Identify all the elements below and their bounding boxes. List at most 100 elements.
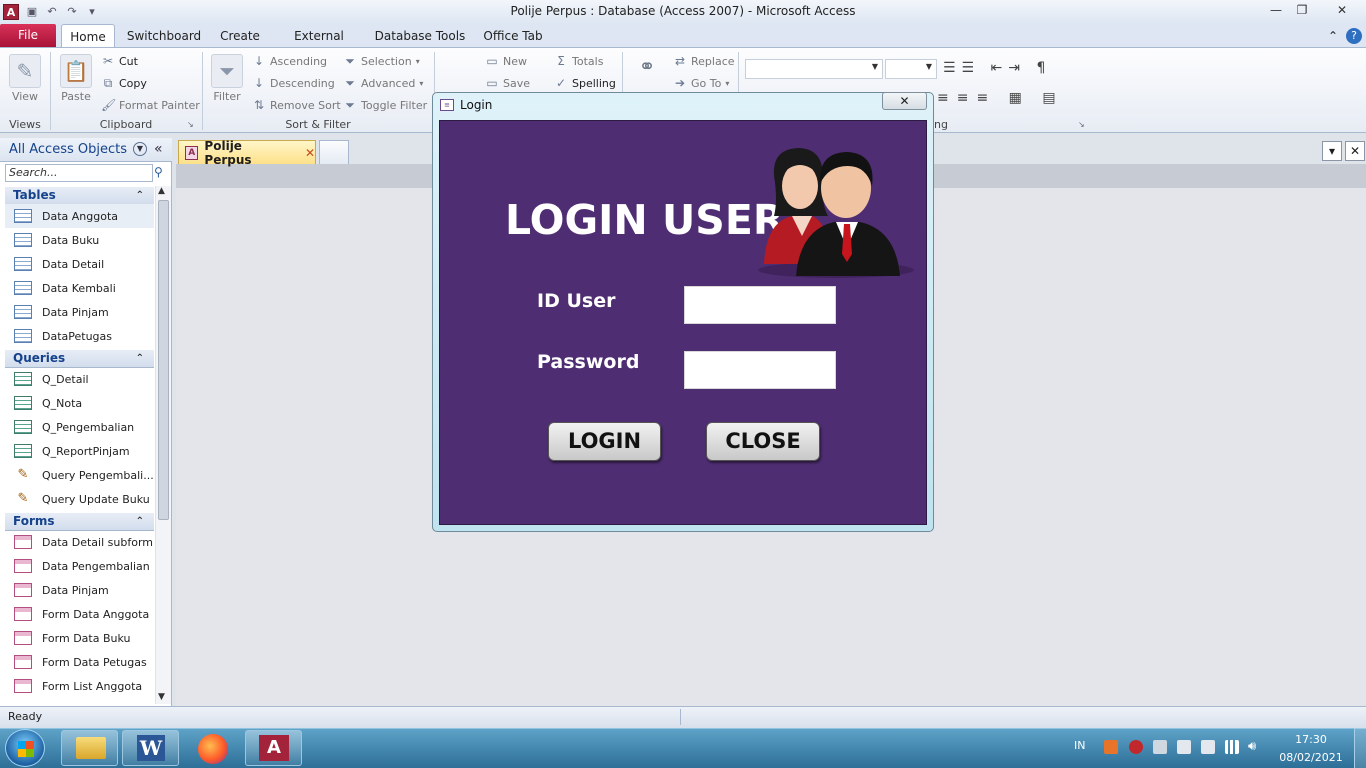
collapse-chevron-icon[interactable]: ⌃ — [136, 513, 144, 530]
tray-flag-icon[interactable] — [1177, 740, 1191, 754]
goto-button[interactable]: ➔ Go To ▾ — [673, 76, 729, 90]
nav-item-form[interactable]: Form List Anggota — [5, 674, 154, 698]
ribbon-collapse-icon[interactable]: ⌃ — [1325, 24, 1341, 48]
tab-home[interactable]: Home — [61, 24, 115, 48]
folder-icon — [76, 737, 106, 759]
nav-item-table[interactable]: DataPetugas — [5, 324, 154, 348]
clock-time[interactable]: 17:30 — [1290, 733, 1332, 746]
restore-button[interactable]: ❐ — [1288, 0, 1316, 20]
nav-item-form[interactable]: Data Pengembalian — [5, 554, 154, 578]
tab-list-dropdown-icon[interactable]: ▾ — [1322, 141, 1342, 161]
nav-item-form[interactable]: Data Detail subform — [5, 530, 154, 554]
show-desktop-button[interactable] — [1354, 728, 1366, 768]
nav-title[interactable]: All Access Objects — [9, 142, 127, 157]
close-document-icon[interactable]: ✕ — [1345, 141, 1365, 161]
binoculars-icon[interactable]: ⚭ — [632, 54, 662, 84]
cut-button[interactable]: ✂ Cut — [101, 54, 138, 68]
document-tab-new[interactable] — [319, 140, 349, 164]
tray-security-icon[interactable] — [1129, 740, 1143, 754]
font-name-combo[interactable]: ▼ — [745, 59, 883, 79]
scroll-up-icon[interactable]: ▲ — [158, 186, 165, 196]
language-indicator[interactable]: IN — [1074, 739, 1085, 752]
paintbrush-icon: 🖌 — [101, 98, 117, 112]
scroll-down-icon[interactable]: ▼ — [158, 692, 165, 702]
nav-item-table[interactable]: Data Anggota — [5, 204, 154, 228]
taskbar-word-button[interactable]: W — [122, 730, 179, 766]
totals-button[interactable]: Σ Totals — [554, 54, 603, 68]
new-record-button[interactable]: ▭ New — [485, 54, 527, 68]
shutter-bar-close-icon[interactable]: « — [154, 141, 163, 157]
taskbar-access-button[interactable]: A — [245, 730, 302, 766]
copy-button[interactable]: ⧉ Copy — [101, 76, 147, 90]
window-close-button[interactable]: ✕ — [1324, 0, 1360, 20]
nav-item-table[interactable]: Data Detail — [5, 252, 154, 276]
password-input[interactable] — [684, 351, 836, 389]
list-format-icons[interactable]: ☰☰ ⇤⇥ ¶ — [943, 60, 1051, 76]
toggle-filter-button[interactable]: ⏷ Toggle Filter — [343, 98, 427, 112]
font-size-combo[interactable]: ▼ — [885, 59, 937, 79]
filter-button[interactable]: ⏷ Filter — [208, 54, 246, 103]
nav-item-table[interactable]: Data Pinjam — [5, 300, 154, 324]
start-button[interactable] — [5, 729, 45, 767]
text-formatting-launcher-icon[interactable]: ↘ — [1078, 120, 1085, 129]
align-icons[interactable]: ≡≡≡ ▦ ▤ — [937, 90, 1064, 106]
tab-external-data[interactable]: External Data — [278, 24, 360, 67]
nav-menu-chevron-icon[interactable]: ▼ — [133, 142, 147, 156]
help-icon[interactable]: ? — [1346, 28, 1362, 44]
nav-item-query[interactable]: Q_Pengembalian — [5, 415, 154, 439]
close-tab-icon[interactable]: ✕ — [305, 146, 315, 160]
nav-item-query[interactable]: Q_Nota — [5, 391, 154, 415]
volume-icon[interactable]: 🔊︎ — [1248, 739, 1256, 754]
tab-create[interactable]: Create — [214, 24, 266, 48]
document-tab-polije-perpus[interactable]: A Polije Perpus ✕ — [178, 139, 316, 167]
login-button[interactable]: LOGIN — [548, 422, 661, 461]
taskbar-explorer-button[interactable] — [61, 730, 118, 766]
network-signal-icon[interactable] — [1225, 740, 1239, 754]
nav-section-forms[interactable]: Forms ⌃ — [5, 513, 154, 531]
nav-search-input[interactable]: Search... — [5, 164, 153, 182]
nav-item-form[interactable]: Data Pinjam — [5, 578, 154, 602]
clock-date[interactable]: 08/02/2021 — [1278, 751, 1344, 764]
ascending-button[interactable]: ↓ Ascending — [252, 54, 327, 68]
nav-item-form[interactable]: Form Data Anggota — [5, 602, 154, 626]
close-button[interactable]: CLOSE — [706, 422, 820, 461]
nav-section-queries[interactable]: Queries ⌃ — [5, 350, 154, 368]
search-icon[interactable]: ⚲ — [154, 165, 163, 179]
nav-item-form[interactable]: Form Data Petugas — [5, 650, 154, 674]
tab-switchboard[interactable]: Switchboard — [124, 24, 204, 48]
tray-device-icon[interactable] — [1153, 740, 1167, 754]
id-user-label: ID User — [537, 290, 616, 312]
id-user-input[interactable] — [684, 286, 836, 324]
format-painter-button[interactable]: 🖌 Format Painter — [101, 98, 200, 112]
nav-item-query[interactable]: ✎ Query Update Buku — [5, 487, 154, 511]
clipboard-launcher-icon[interactable]: ↘ — [187, 120, 194, 129]
advanced-button[interactable]: ⏷ Advanced ▾ — [343, 76, 423, 90]
tab-office-tab[interactable]: Office Tab — [478, 24, 548, 48]
replace-button[interactable]: ⇄ Replace — [673, 54, 735, 68]
nav-section-tables[interactable]: Tables ⌃ — [5, 187, 154, 205]
descending-button[interactable]: ↓ Descending — [252, 76, 335, 90]
remove-sort-button[interactable]: ⇅ Remove Sort — [252, 98, 341, 112]
nav-item-query[interactable]: Q_ReportPinjam — [5, 439, 154, 463]
collapse-chevron-icon[interactable]: ⌃ — [136, 187, 144, 204]
selection-button[interactable]: ⏷ Selection ▾ — [343, 54, 420, 68]
nav-scrollbar[interactable]: ▲ ▼ — [155, 186, 171, 704]
tab-database-tools[interactable]: Database Tools — [372, 24, 468, 48]
nav-item-form[interactable]: Form Data Buku — [5, 626, 154, 650]
minimize-button[interactable]: — — [1262, 0, 1290, 20]
tab-file[interactable]: File — [0, 24, 56, 47]
tray-usb-icon[interactable] — [1201, 740, 1215, 754]
nav-item-table[interactable]: Data Kembali — [5, 276, 154, 300]
view-button[interactable]: ✎ View — [6, 54, 44, 103]
nav-item-query[interactable]: Q_Detail — [5, 367, 154, 391]
nav-item-query[interactable]: ✎ Query Pengembali... — [5, 463, 154, 487]
paste-button[interactable]: 📋 Paste — [58, 54, 94, 103]
taskbar-firefox-button[interactable] — [183, 730, 240, 766]
spelling-button[interactable]: ✓ Spelling — [554, 76, 616, 90]
scroll-thumb[interactable] — [158, 200, 169, 520]
save-record-button[interactable]: ▭ Save — [485, 76, 530, 90]
tray-app-icon[interactable] — [1104, 740, 1118, 754]
dialog-close-button[interactable]: ✕ — [882, 92, 927, 110]
nav-item-table[interactable]: Data Buku — [5, 228, 154, 252]
collapse-chevron-icon[interactable]: ⌃ — [136, 350, 144, 367]
